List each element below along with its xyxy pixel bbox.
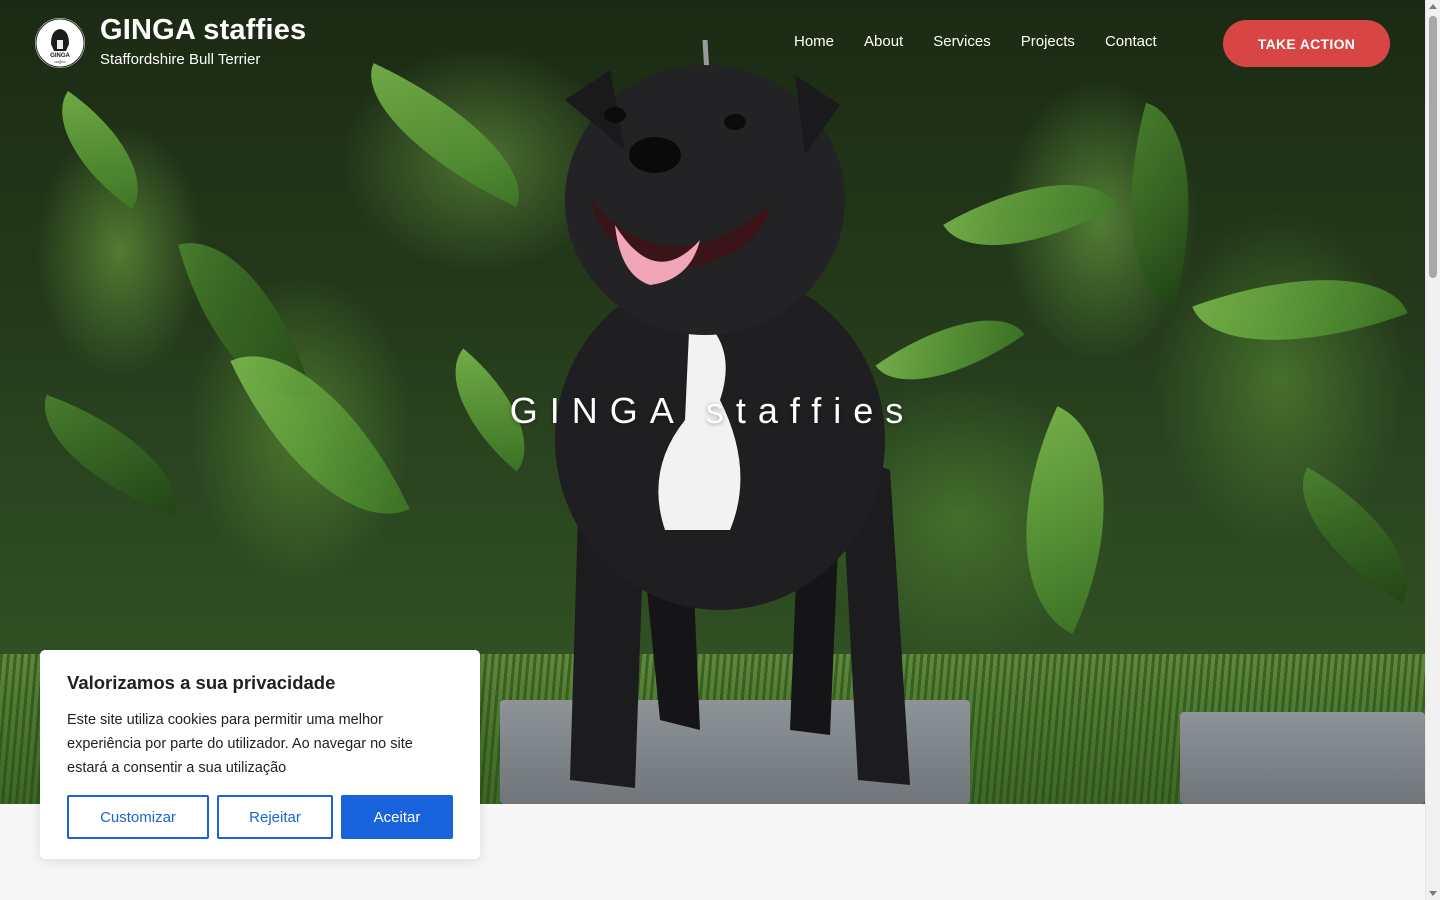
nav-item-contact[interactable]: Contact <box>1105 33 1157 50</box>
stone-slab <box>1180 712 1425 804</box>
logo-subtext: staffies <box>54 59 66 64</box>
main-nav: Home About Services Projects Contact <box>794 33 1187 50</box>
site-title[interactable]: GINGA staffies <box>100 14 306 47</box>
cookie-actions: Customizar Rejeitar Aceitar <box>67 795 453 839</box>
foliage-decoration <box>943 144 1117 286</box>
nav-item-services[interactable]: Services <box>933 33 991 50</box>
site-logo[interactable]: GINGA staffies <box>35 18 85 68</box>
foliage-decoration <box>33 91 167 209</box>
cookie-consent-banner: Valorizamos a sua privacidade Este site … <box>40 650 480 859</box>
nav-item-about[interactable]: About <box>864 33 903 50</box>
reject-button[interactable]: Rejeitar <box>217 795 333 839</box>
dog-logo-icon: GINGA staffies <box>35 18 85 68</box>
cookie-message: Este site utiliza cookies para permitir … <box>67 712 413 776</box>
nav-item-home[interactable]: Home <box>794 33 834 50</box>
foliage-decoration <box>1192 238 1408 382</box>
take-action-button[interactable]: TAKE ACTION <box>1223 20 1390 67</box>
page-scrollbar[interactable] <box>1425 0 1440 900</box>
cookie-heading: Valorizamos a sua privacidade <box>67 672 336 693</box>
customize-button[interactable]: Customizar <box>67 795 209 839</box>
accept-button[interactable]: Aceitar <box>341 795 453 839</box>
foliage-decoration <box>1272 467 1425 603</box>
scroll-up-icon[interactable] <box>1429 4 1437 9</box>
foliage-decoration <box>972 406 1158 634</box>
hero-title: GINGA staffies <box>509 390 916 431</box>
site-tagline: Staffordshire Bull Terrier <box>100 51 261 68</box>
site-header: GINGA staffies GINGA staffies Staffordsh… <box>0 0 1425 90</box>
scroll-down-icon[interactable] <box>1429 891 1437 896</box>
nav-item-projects[interactable]: Projects <box>1021 33 1075 50</box>
scrollbar-thumb[interactable] <box>1429 16 1437 278</box>
